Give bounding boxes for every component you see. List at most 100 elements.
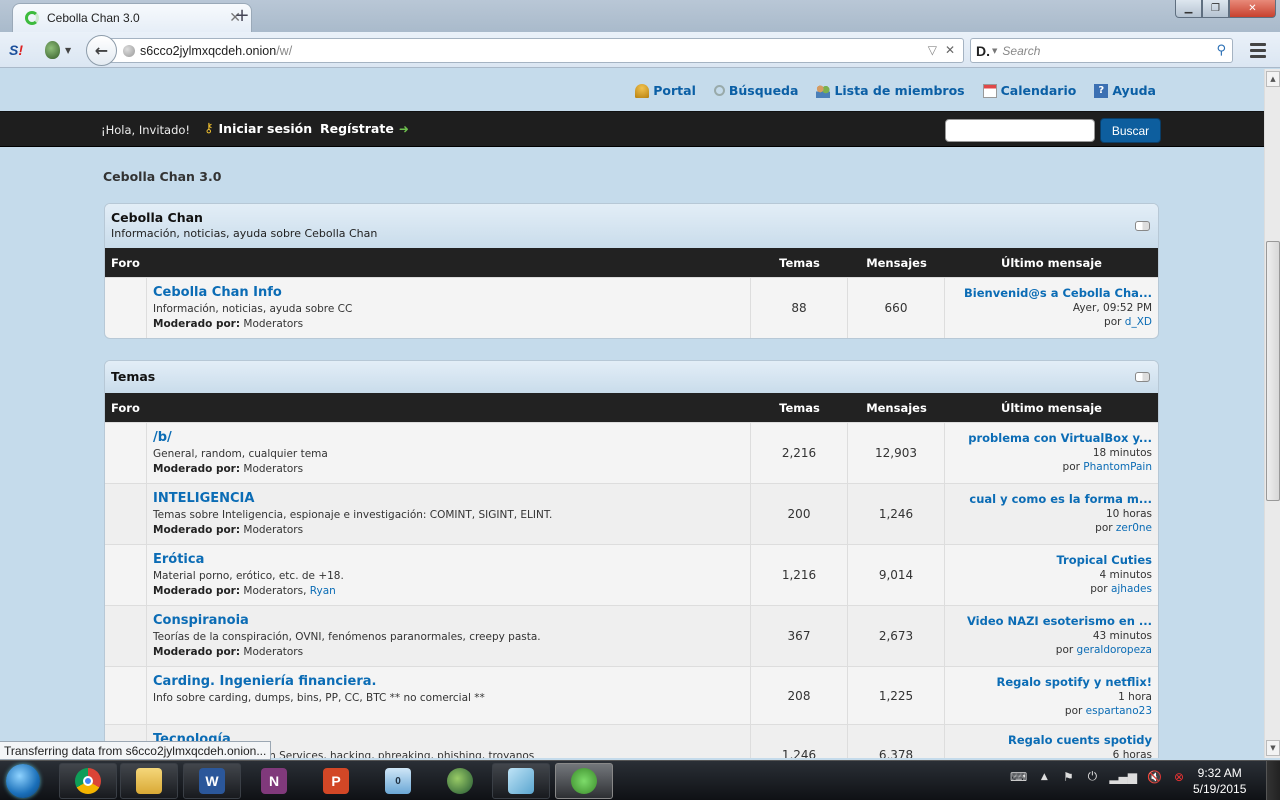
author-link[interactable]: geraldoropeza — [1077, 644, 1152, 656]
last-post: cual y como es la forma m... 10 horas por … — [945, 484, 1158, 544]
new-tab-button[interactable]: + — [232, 5, 252, 26]
last-post-link[interactable]: Tropical Cuties — [951, 553, 1152, 567]
last-post-link[interactable]: Regalo cuents spotidy — [951, 733, 1152, 747]
forum-link[interactable]: Carding. Ingeniería financiera. — [153, 674, 744, 689]
last-post-link[interactable]: Regalo spotify y netflix! — [951, 675, 1152, 689]
forum-link[interactable]: Cebolla Chan Info — [153, 285, 744, 300]
power-icon[interactable]: ⏻ — [1085, 769, 1099, 784]
mod-label: Moderado por: — [153, 463, 241, 475]
last-post-link[interactable]: cual y como es la forma m... — [951, 492, 1152, 506]
keyboard-icon[interactable]: ⌨ — [1010, 770, 1027, 784]
arrow-right-icon: ➜ — [398, 121, 409, 136]
search-icon[interactable]: ⚲ — [1216, 43, 1226, 58]
notepad-icon — [508, 768, 534, 794]
post-count: 1,225 — [848, 667, 945, 724]
forum-search-input[interactable] — [945, 119, 1095, 142]
last-post-link[interactable]: Bienvenid@s a Cebolla Cha... — [951, 286, 1152, 300]
mod-label: Moderado por: — [153, 646, 241, 658]
last-post-link[interactable]: problema con VirtualBox y... — [951, 431, 1152, 445]
tor-onion-icon[interactable] — [45, 41, 60, 59]
action-center-icon[interactable]: ⚑ — [1061, 770, 1075, 784]
moderator-link[interactable]: Ryan — [310, 585, 336, 597]
forum-link[interactable]: Conspiranoia — [153, 613, 744, 628]
hamburger-menu-icon[interactable] — [1250, 43, 1266, 61]
collapse-toggle-icon[interactable] — [1135, 372, 1150, 382]
login-link[interactable]: ⚷ Iniciar sesión — [204, 121, 312, 136]
last-post-author: por d_XD — [951, 316, 1152, 328]
search-bar[interactable]: D. ▼ Search ⚲ — [970, 38, 1233, 63]
mod-label: Moderado por: — [153, 585, 241, 597]
taskbar-chrome[interactable] — [59, 763, 117, 799]
last-post: Regalo cuents spotidy 6 horas — [945, 725, 1158, 758]
show-hidden-icons[interactable]: ▲ — [1037, 772, 1051, 782]
url-bar[interactable]: s6cco2jylmxqcdeh.onion/w/ ▽ ✕ — [110, 38, 964, 63]
author-link[interactable]: zer0ne — [1116, 522, 1152, 534]
network-disconnected-icon[interactable]: ⊗ — [1172, 770, 1186, 784]
last-post: Video NAZI esoterismo en ... 43 minutos po… — [945, 606, 1158, 666]
topic-count: 1,216 — [751, 545, 848, 605]
taskbar-notepad[interactable] — [492, 763, 550, 799]
taskbar-word[interactable]: W — [183, 763, 241, 799]
stop-loading-icon[interactable]: ✕ — [945, 43, 955, 57]
chevron-down-icon[interactable]: ▼ — [992, 47, 997, 55]
show-desktop-button[interactable] — [1266, 761, 1280, 800]
close-window-button[interactable]: ✕ — [1229, 0, 1276, 18]
last-post: Bienvenid@s a Cebolla Cha... Ayer, 09:52… — [945, 278, 1158, 338]
scroll-down-icon[interactable]: ▼ — [1266, 740, 1280, 756]
taskbar-powerpoint[interactable]: P — [307, 763, 365, 799]
taskbar-explorer[interactable] — [120, 763, 178, 799]
scroll-up-icon[interactable]: ▲ — [1266, 71, 1280, 87]
topic-count: 208 — [751, 667, 848, 724]
tab-title: Cebolla Chan 3.0 — [47, 11, 140, 25]
volume-muted-icon[interactable]: 🔇 — [1147, 770, 1162, 784]
nav-portal[interactable]: Portal — [635, 83, 696, 98]
search-button[interactable]: Buscar — [1100, 118, 1161, 143]
windows-taskbar: W N P 0 ⌨ ▲ ⚑ ⏻ ▂▄▆ 🔇 ⊗ 9:32 AM 5/19/201… — [0, 760, 1280, 800]
forum-link[interactable]: Erótica — [153, 552, 744, 567]
minimize-button[interactable]: ▁ — [1175, 0, 1202, 18]
taskbar-onenote[interactable]: N — [245, 763, 303, 799]
magnifier-icon — [713, 85, 725, 96]
author-link[interactable]: ajhades — [1111, 583, 1152, 595]
restore-button[interactable]: ❐ — [1202, 0, 1229, 18]
col-forum: Foro — [111, 255, 140, 270]
category-title[interactable]: Temas — [111, 369, 1152, 384]
status-bar: Transferring data from s6cco2jylmxqcdeh.… — [0, 741, 272, 760]
taskbar-tor-browser[interactable] — [555, 763, 613, 799]
taskbar-calculator[interactable]: 0 — [369, 763, 427, 799]
last-post-time: Ayer, 09:52 PM — [1072, 302, 1152, 314]
browser-tab[interactable]: Cebolla Chan 3.0 ✕ — [12, 3, 252, 32]
author-link[interactable]: espartano23 — [1086, 705, 1152, 717]
back-button[interactable]: ← — [86, 35, 117, 66]
forum-link[interactable]: INTELIGENCIA — [153, 491, 744, 506]
forum-row: /b/General, random, cualquier tema Modera… — [105, 422, 1158, 483]
clock[interactable]: 9:32 AM 5/19/2015 — [1193, 765, 1246, 797]
clock-time: 9:32 AM — [1197, 766, 1242, 780]
signal-icon[interactable]: ▂▄▆ — [1109, 770, 1137, 784]
forum-link[interactable]: /b/ — [153, 430, 744, 445]
breadcrumb[interactable]: Cebolla Chan 3.0 — [103, 169, 221, 184]
nav-label: Ayuda — [1112, 83, 1156, 98]
noscript-icon[interactable]: S! — [9, 42, 23, 58]
nav-members[interactable]: Lista de miembros — [816, 83, 965, 98]
forum-moderators: Moderado por: Moderators, Ryan — [153, 585, 744, 597]
collapse-toggle-icon[interactable] — [1135, 221, 1150, 231]
chevron-down-icon[interactable]: ▼ — [65, 46, 71, 55]
register-link[interactable]: Regístrate ➜ — [320, 121, 409, 136]
author-link[interactable]: d_XD — [1125, 316, 1152, 328]
author-link[interactable]: PhantomPain — [1083, 461, 1152, 473]
key-icon: ⚷ — [204, 121, 214, 136]
search-engine-icon[interactable]: D. — [976, 43, 990, 59]
nav-search[interactable]: Búsqueda — [713, 83, 798, 98]
category-title[interactable]: Cebolla Chan — [111, 210, 1152, 225]
history-dropdown-icon[interactable]: ▽ — [928, 43, 937, 57]
nav-calendar[interactable]: Calendario — [982, 83, 1076, 98]
last-post-link[interactable]: Video NAZI esoterismo en ... — [951, 614, 1152, 628]
start-button[interactable] — [6, 764, 40, 798]
vertical-scrollbar[interactable]: ▲ ▼ — [1264, 69, 1280, 758]
help-icon: ? — [1094, 83, 1109, 98]
scrollbar-thumb[interactable] — [1266, 241, 1280, 501]
table-header: Foro Temas Mensajes Último mensaje — [105, 248, 1158, 277]
nav-help[interactable]: ? Ayuda — [1094, 83, 1156, 98]
taskbar-globe-app[interactable] — [431, 763, 489, 799]
